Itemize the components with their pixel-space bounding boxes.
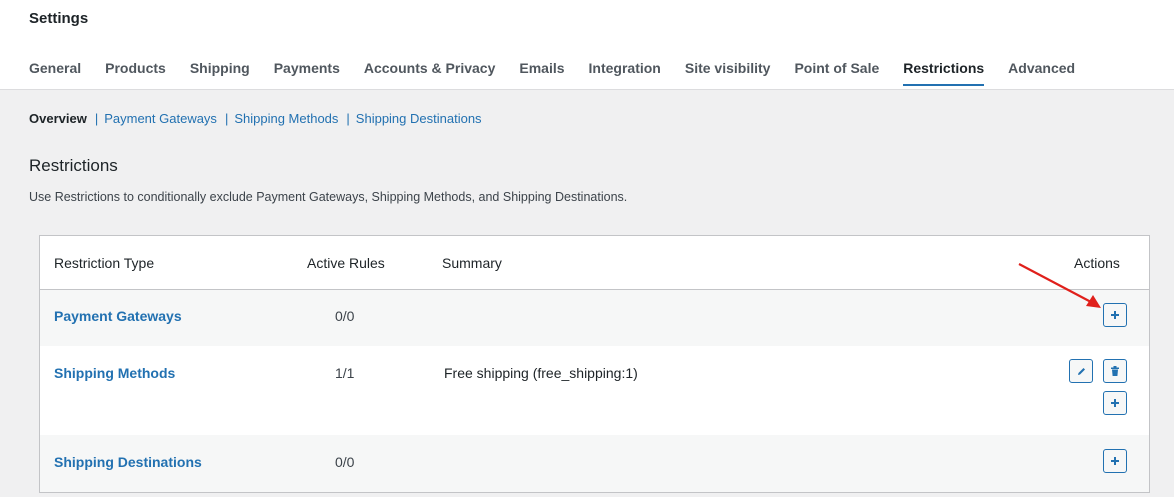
subnav-separator: | — [94, 111, 99, 126]
tab-general[interactable]: General — [29, 57, 81, 86]
subnav-separator: | — [346, 111, 350, 126]
restriction-type-link[interactable]: Shipping Methods — [54, 365, 175, 381]
settings-header: Settings General Products Shipping Payme… — [0, 0, 1174, 90]
trash-icon — [1111, 365, 1119, 376]
add-rule-button[interactable] — [1103, 449, 1127, 473]
tab-accounts-privacy[interactable]: Accounts & Privacy — [364, 57, 496, 86]
summary-value: Free shipping (free_shipping:1) — [444, 365, 638, 381]
active-rules-value: 0/0 — [335, 308, 355, 324]
tab-restrictions[interactable]: Restrictions — [903, 57, 985, 86]
subnav-payment-gateways[interactable]: Payment Gateways — [104, 111, 217, 126]
delete-rule-button[interactable] — [1103, 359, 1127, 383]
restrictions-table: Restriction Type Active Rules Summary Ac… — [39, 235, 1150, 493]
column-active-rules: Active Rules — [307, 255, 385, 271]
settings-tabs: General Products Shipping Payments Accou… — [29, 57, 1099, 89]
subnav-shipping-destinations[interactable]: Shipping Destinations — [356, 111, 482, 126]
subnav-overview[interactable]: Overview — [29, 111, 87, 126]
tab-products[interactable]: Products — [105, 57, 166, 86]
section-description: Use Restrictions to conditionally exclud… — [29, 190, 628, 204]
restrictions-subnav: Overview | Payment Gateways | Shipping M… — [29, 111, 482, 126]
column-restriction-type: Restriction Type — [54, 255, 155, 271]
pencil-icon — [1077, 367, 1085, 375]
restriction-type-link[interactable]: Payment Gateways — [54, 308, 182, 324]
subnav-separator: | — [224, 111, 229, 126]
restriction-type-link[interactable]: Shipping Destinations — [54, 454, 202, 470]
table-row: Payment Gateways 0/0 — [40, 290, 1149, 346]
page-title: Settings — [29, 10, 89, 27]
active-rules-value: 1/1 — [335, 365, 355, 381]
column-summary: Summary — [442, 255, 502, 271]
annotation-arrow-icon — [1018, 263, 1101, 308]
tab-site-visibility[interactable]: Site visibility — [685, 57, 771, 86]
plus-icon — [1111, 399, 1119, 407]
plus-icon — [1111, 457, 1119, 465]
tab-shipping[interactable]: Shipping — [190, 57, 250, 86]
table-row: Shipping Methods 1/1 Free shipping (free… — [40, 346, 1149, 435]
section-heading: Restrictions — [29, 156, 118, 175]
plus-icon — [1111, 311, 1119, 319]
tab-point-of-sale[interactable]: Point of Sale — [794, 57, 879, 86]
tab-emails[interactable]: Emails — [519, 57, 564, 86]
add-rule-button[interactable] — [1103, 303, 1127, 327]
active-rules-value: 0/0 — [335, 454, 355, 470]
add-rule-button[interactable] — [1103, 391, 1127, 415]
table-header: Restriction Type Active Rules Summary Ac… — [40, 236, 1149, 290]
tab-advanced[interactable]: Advanced — [1008, 57, 1075, 86]
tab-integration[interactable]: Integration — [589, 57, 661, 86]
subnav-shipping-methods[interactable]: Shipping Methods — [234, 111, 338, 126]
table-row: Shipping Destinations 0/0 — [40, 435, 1149, 492]
edit-rule-button[interactable] — [1069, 359, 1093, 383]
tab-payments[interactable]: Payments — [274, 57, 340, 86]
